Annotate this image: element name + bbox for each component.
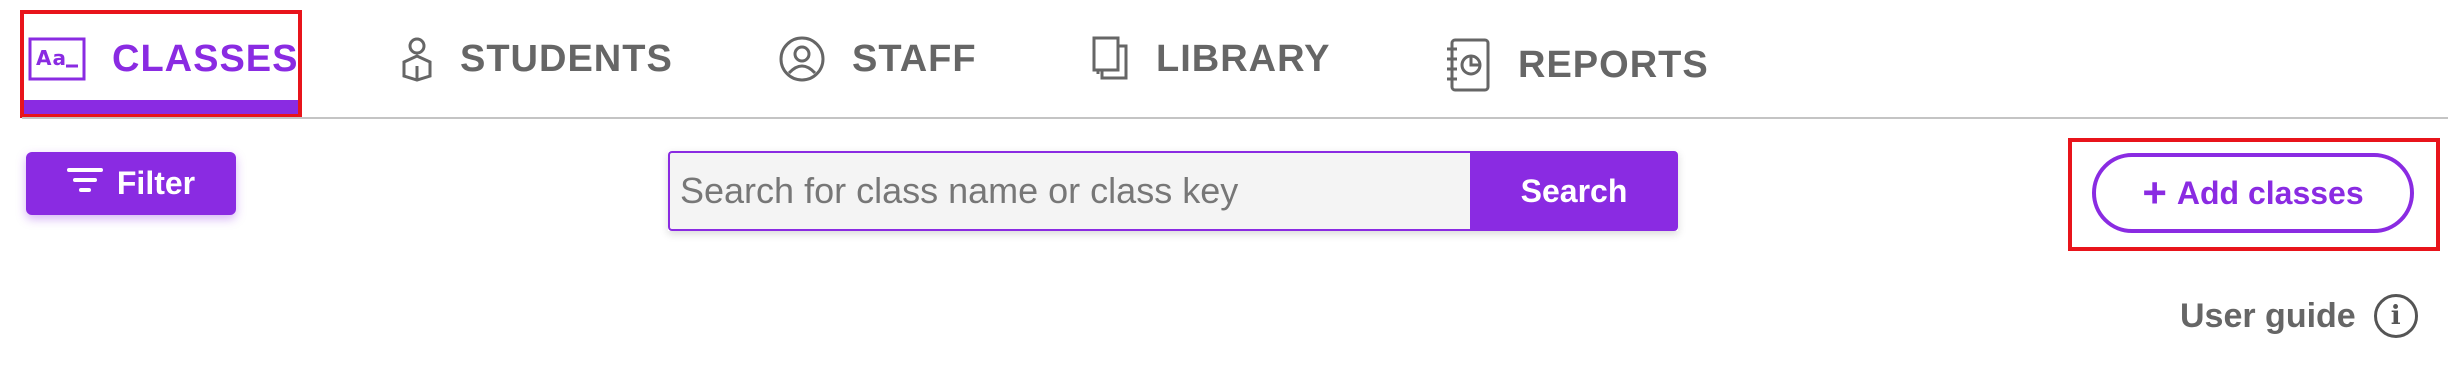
reports-icon [1444,37,1492,93]
search-bar: Search [668,151,1678,231]
highlight-box-classes-tab [20,10,302,118]
tab-students[interactable]: STUDENTS [400,0,673,118]
tab-library-label: LIBRARY [1156,37,1331,80]
user-guide-label: User guide [2180,296,2356,335]
tab-reports[interactable]: REPORTS [1444,6,1709,124]
tab-reports-label: REPORTS [1518,43,1709,86]
student-icon [400,36,434,82]
filter-icon [66,165,103,202]
filter-button-label: Filter [116,165,196,201]
tab-library[interactable]: LIBRARY [1092,0,1330,118]
library-icon [1092,36,1130,82]
search-button[interactable]: Search [1470,151,1678,231]
tab-staff-label: STAFF [852,37,977,80]
tab-staff[interactable]: STAFF [778,0,977,118]
tab-students-label: STUDENTS [460,37,673,80]
user-guide-link[interactable]: User guide i [2180,294,2418,338]
staff-icon [778,35,826,83]
highlight-box-add-classes [2068,138,2440,251]
search-button-label: Search [1520,172,1628,209]
filter-button[interactable]: Filter [26,152,236,215]
search-input[interactable] [668,151,1470,231]
top-navigation: Aa CLASSES STUDENTS STAFF LIBRARY REPORT… [0,0,2464,120]
nav-divider [22,117,2448,119]
info-icon[interactable]: i [2373,294,2418,338]
